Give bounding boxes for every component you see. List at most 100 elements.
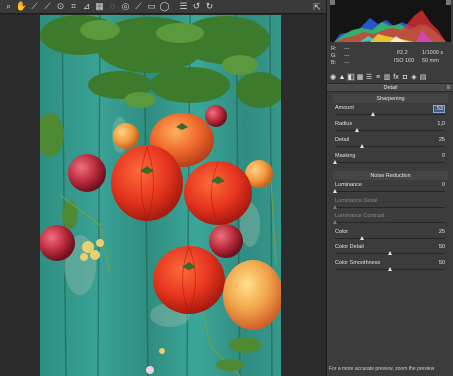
detail-tab-icon[interactable]: ◧: [347, 73, 355, 81]
slider-label: Detail: [335, 137, 350, 143]
red-eye-icon[interactable]: ◎: [119, 1, 132, 13]
histogram: [330, 0, 451, 42]
snapshots-tab-icon[interactable]: ▤: [419, 73, 427, 81]
slider-label: Masking: [335, 153, 356, 159]
slider-amount: Amount 53: [335, 105, 447, 121]
fx-tab-icon[interactable]: fx: [392, 73, 400, 81]
detail-title: Detail: [383, 84, 398, 91]
slider-label: Color Smoothness: [335, 259, 381, 266]
hsl-tab-icon[interactable]: ▦: [356, 73, 364, 81]
r-label: R:: [331, 46, 337, 52]
targeted-adjustment-icon[interactable]: ⊙: [54, 1, 67, 13]
slider-track[interactable]: [335, 206, 445, 208]
straighten-tool-icon[interactable]: ⊿: [80, 1, 93, 13]
shutter-value: 1/1000 s: [422, 50, 444, 56]
adjustment-brush-icon[interactable]: ⟋: [132, 1, 145, 13]
color-sampler-icon[interactable]: ⟋: [41, 1, 54, 13]
slider-color: Color 25: [335, 229, 447, 245]
slider-label: Color: [335, 228, 349, 235]
b-label: B:: [331, 60, 337, 66]
slider-luminance-detail: Luminance Detail: [332, 197, 447, 214]
lens-tab-icon[interactable]: ≡: [374, 73, 382, 81]
slider-luminance: Luminance 0: [332, 182, 447, 198]
effects-tab-icon[interactable]: ▥: [383, 73, 391, 81]
slider-label: Luminance Detail: [335, 197, 378, 204]
slider-thumb[interactable]: [387, 251, 392, 255]
focal-length-value: 50 mm: [422, 58, 439, 64]
slider-luminance-contrast: Luminance Contrast: [332, 213, 447, 229]
slider-radius: Radius 1,0: [335, 121, 447, 137]
r-value: ---: [344, 46, 350, 52]
radial-filter-icon[interactable]: ◯: [158, 1, 171, 13]
slider-track[interactable]: [335, 222, 445, 223]
b-value: ---: [344, 60, 350, 66]
slider-label: Luminance: [335, 182, 362, 188]
g-value: ---: [344, 53, 350, 59]
slider-value-field[interactable]: 50: [433, 260, 445, 266]
slider-track[interactable]: [335, 237, 445, 239]
slider-thumb[interactable]: [354, 128, 359, 132]
rotate-right-icon[interactable]: ↻: [203, 1, 216, 13]
slider-track[interactable]: [335, 146, 445, 147]
zoom-tool-icon[interactable]: ⌕: [2, 1, 15, 13]
preview-hint: For a more accurate preview, zoom the pr…: [329, 366, 435, 372]
slider-thumb[interactable]: [371, 112, 375, 116]
basic-tab-icon[interactable]: ◉: [329, 73, 337, 81]
slider-value-field[interactable]: 25: [433, 137, 445, 143]
slider-thumb[interactable]: [332, 189, 337, 193]
slider-thumb[interactable]: [360, 235, 364, 240]
preview-image: [40, 15, 281, 376]
aperture-value: f/2,2: [397, 50, 408, 56]
slider-color-detail: Color Detail 50: [335, 244, 447, 260]
split-toning-tab-icon[interactable]: ☰: [365, 73, 373, 81]
right-panel: R: --- G: --- B: --- f/2,2 1/1000 s ISO …: [326, 0, 453, 376]
slider-track[interactable]: [335, 114, 445, 115]
slider-masking: Masking 0: [332, 153, 447, 169]
slider-track[interactable]: [335, 162, 445, 163]
tone-curve-tab-icon[interactable]: ▲: [338, 73, 346, 81]
detail-panel-header: Detail ≡: [327, 83, 453, 92]
hand-tool-icon[interactable]: ✋: [15, 1, 28, 13]
slider-value-field[interactable]: 50: [433, 244, 445, 250]
slider-thumb[interactable]: [332, 220, 337, 224]
white-balance-tool-icon[interactable]: ⟋: [28, 1, 41, 13]
slider-track[interactable]: [335, 130, 445, 131]
slider-label: Radius: [335, 121, 353, 127]
camera-calibration-tab-icon[interactable]: ◘: [401, 73, 409, 81]
slider-value-field[interactable]: 25: [433, 229, 445, 235]
slider-label: Amount: [335, 105, 354, 111]
iso-value: ISO 160: [394, 58, 415, 64]
histogram-graph: [330, 0, 451, 42]
slider-label: Luminance Contrast: [335, 213, 385, 219]
slider-detail: Detail 25: [335, 137, 447, 153]
g-label: G:: [331, 53, 337, 59]
graduated-filter-icon[interactable]: ▭: [145, 1, 158, 13]
preferences-icon[interactable]: ☰: [177, 1, 190, 13]
rotate-left-icon[interactable]: ↺: [190, 1, 203, 13]
slider-value-field[interactable]: 0: [433, 182, 445, 188]
pixel-readout: R: --- G: --- B: --- f/2,2 1/1000 s ISO …: [327, 45, 453, 69]
camera-raw-window: ⌕ ✋ ⟋ ⟋ ⊙ ⌗ ⊿ ▦ ◌ ◎ ⟋ ▭ ◯ ☰ ↺ ↻ ⇱ R: ---…: [0, 0, 453, 376]
noise-reduction-title: Noise Reduction: [333, 171, 448, 180]
spot-removal-icon[interactable]: ◌: [106, 1, 119, 13]
panel-tabs: ◉ ▲ ◧ ▦ ☰ ≡ ▥ fx ◘ ◈ ▤: [327, 72, 453, 82]
fullscreen-toggle-icon[interactable]: ⇱: [308, 0, 326, 14]
preview-canvas[interactable]: [0, 15, 326, 376]
slider-value-field[interactable]: 1,0: [433, 121, 445, 127]
slider-thumb[interactable]: [387, 266, 392, 271]
sharpening-title: Sharpening: [333, 94, 448, 103]
slider-value-field[interactable]: 53: [433, 105, 445, 113]
toolbar: ⌕ ✋ ⟋ ⟋ ⊙ ⌗ ⊿ ▦ ◌ ◎ ⟋ ▭ ◯ ☰ ↺ ↻: [0, 0, 326, 14]
presets-tab-icon[interactable]: ◈: [410, 73, 418, 81]
slider-track[interactable]: [335, 191, 445, 192]
slider-thumb[interactable]: [332, 160, 337, 164]
slider-thumb[interactable]: [360, 144, 364, 148]
panel-menu-icon[interactable]: ≡: [446, 85, 450, 91]
photo-illustration: [40, 15, 281, 376]
crop-tool-icon[interactable]: ⌗: [67, 1, 80, 13]
slider-color-smoothness: Color Smoothness 50: [335, 260, 447, 276]
slider-label: Color Detail: [335, 244, 364, 250]
slider-value-field[interactable]: 0: [433, 153, 445, 159]
slider-thumb[interactable]: [332, 204, 337, 209]
transform-tool-icon[interactable]: ▦: [93, 1, 106, 13]
